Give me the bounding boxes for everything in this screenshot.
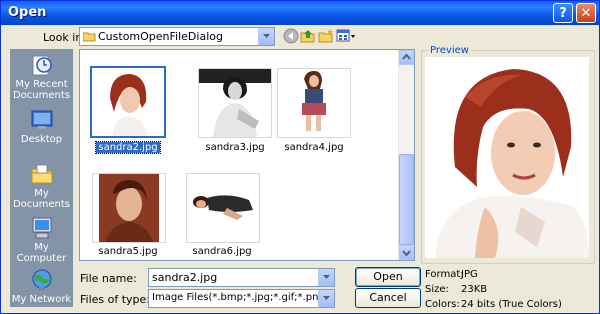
cancel-button[interactable]: Cancel	[355, 288, 421, 308]
file-label-sandra4[interactable]: sandra4.jpg	[269, 142, 359, 153]
title-bar[interactable]: Open ? ✕	[1, 1, 599, 25]
my-network-icon	[32, 269, 51, 290]
thumbnail-sandra5[interactable]	[92, 173, 166, 243]
files-of-type-value: Image Files(*.bmp;*.jpg;*.gif;*.png)	[152, 292, 329, 303]
look-in-value: CustomOpenFileDialog	[98, 30, 223, 43]
files-of-type-dropdown-button[interactable]	[318, 290, 334, 307]
size-value: 23KB	[461, 284, 488, 295]
place-label: My Documents	[12, 188, 71, 210]
thumbnail-sandra4[interactable]	[277, 68, 351, 138]
place-label: Desktop	[20, 134, 63, 145]
chevron-down-icon	[402, 250, 411, 257]
open-button[interactable]: Open	[355, 267, 421, 287]
folder-icon	[83, 32, 96, 42]
files-of-type-label: Files of type:	[80, 293, 151, 306]
format-label: Format:	[425, 269, 464, 280]
my-documents-icon	[31, 164, 52, 184]
thumbnail-sandra2[interactable]	[90, 66, 166, 138]
thumbnail-sandra6[interactable]	[186, 173, 260, 243]
open-dialog: Open ? ✕ Look in: CustomOpenFileDialog M…	[0, 0, 600, 314]
file-list[interactable]: sandra2.jpg sandra3.jpg sandra4.jpg sand…	[79, 49, 415, 261]
place-recent-documents[interactable]: My Recent Documents	[10, 53, 73, 101]
photo-thumbnail	[199, 69, 271, 137]
file-label-sandra6[interactable]: sandra6.jpg	[177, 246, 267, 257]
close-button[interactable]: ✕	[576, 3, 596, 23]
help-button[interactable]: ?	[553, 3, 573, 23]
chevron-down-icon	[263, 34, 270, 38]
scroll-thumb[interactable]	[399, 154, 414, 245]
look-in-dropdown-button[interactable]	[258, 28, 274, 45]
chevron-down-icon	[323, 275, 330, 279]
file-name-label: File name:	[80, 272, 137, 285]
file-name-combo[interactable]: sandra2.jpg	[148, 268, 335, 287]
views-menu-icon[interactable]	[336, 28, 356, 44]
place-desktop[interactable]: Desktop	[10, 108, 73, 145]
place-my-network[interactable]: My Network	[10, 268, 73, 305]
chevron-up-icon	[402, 53, 411, 60]
photo-thumbnail	[187, 174, 259, 242]
place-label: My Network	[11, 294, 72, 305]
window-title: Open	[8, 5, 47, 20]
scroll-up-button[interactable]	[399, 50, 414, 65]
places-bar: My Recent Documents Desktop My Documents	[10, 49, 73, 307]
file-label-sandra2[interactable]: sandra2.jpg	[83, 141, 173, 154]
up-folder-icon[interactable]	[300, 28, 316, 44]
files-of-type-combo[interactable]: Image Files(*.bmp;*.jpg;*.gif;*.png)	[148, 289, 335, 308]
thumbnail-sandra3[interactable]	[198, 68, 272, 138]
file-label-sandra3[interactable]: sandra3.jpg	[190, 142, 280, 153]
colors-label: Colors:	[425, 299, 460, 310]
file-label-sandra5[interactable]: sandra5.jpg	[83, 246, 173, 257]
preview-legend: Preview	[428, 45, 471, 56]
photo-thumbnail	[93, 174, 165, 242]
place-label: My Recent Documents	[12, 79, 71, 101]
file-list-scrollbar[interactable]	[398, 50, 414, 260]
back-icon[interactable]	[283, 28, 299, 44]
desktop-icon	[31, 110, 52, 129]
photo-thumbnail	[92, 68, 164, 136]
recent-documents-icon	[32, 55, 52, 76]
file-name-value[interactable]: sandra2.jpg	[152, 271, 217, 284]
place-my-computer[interactable]: My Computer	[10, 216, 73, 264]
look-in-combo[interactable]: CustomOpenFileDialog	[79, 27, 275, 46]
colors-value: 24 bits (True Colors)	[461, 299, 562, 310]
place-label: My Computer	[16, 242, 67, 264]
size-label: Size:	[425, 284, 449, 295]
preview-photo	[425, 57, 589, 258]
new-folder-icon[interactable]	[318, 28, 334, 44]
photo-thumbnail	[278, 69, 350, 137]
preview-image	[425, 57, 589, 258]
place-my-documents[interactable]: My Documents	[10, 162, 73, 210]
chevron-down-icon	[323, 296, 330, 300]
file-name-dropdown-button[interactable]	[318, 269, 334, 286]
scroll-down-button[interactable]	[399, 245, 414, 260]
format-value: JPG	[461, 269, 478, 280]
my-computer-icon	[32, 217, 51, 239]
